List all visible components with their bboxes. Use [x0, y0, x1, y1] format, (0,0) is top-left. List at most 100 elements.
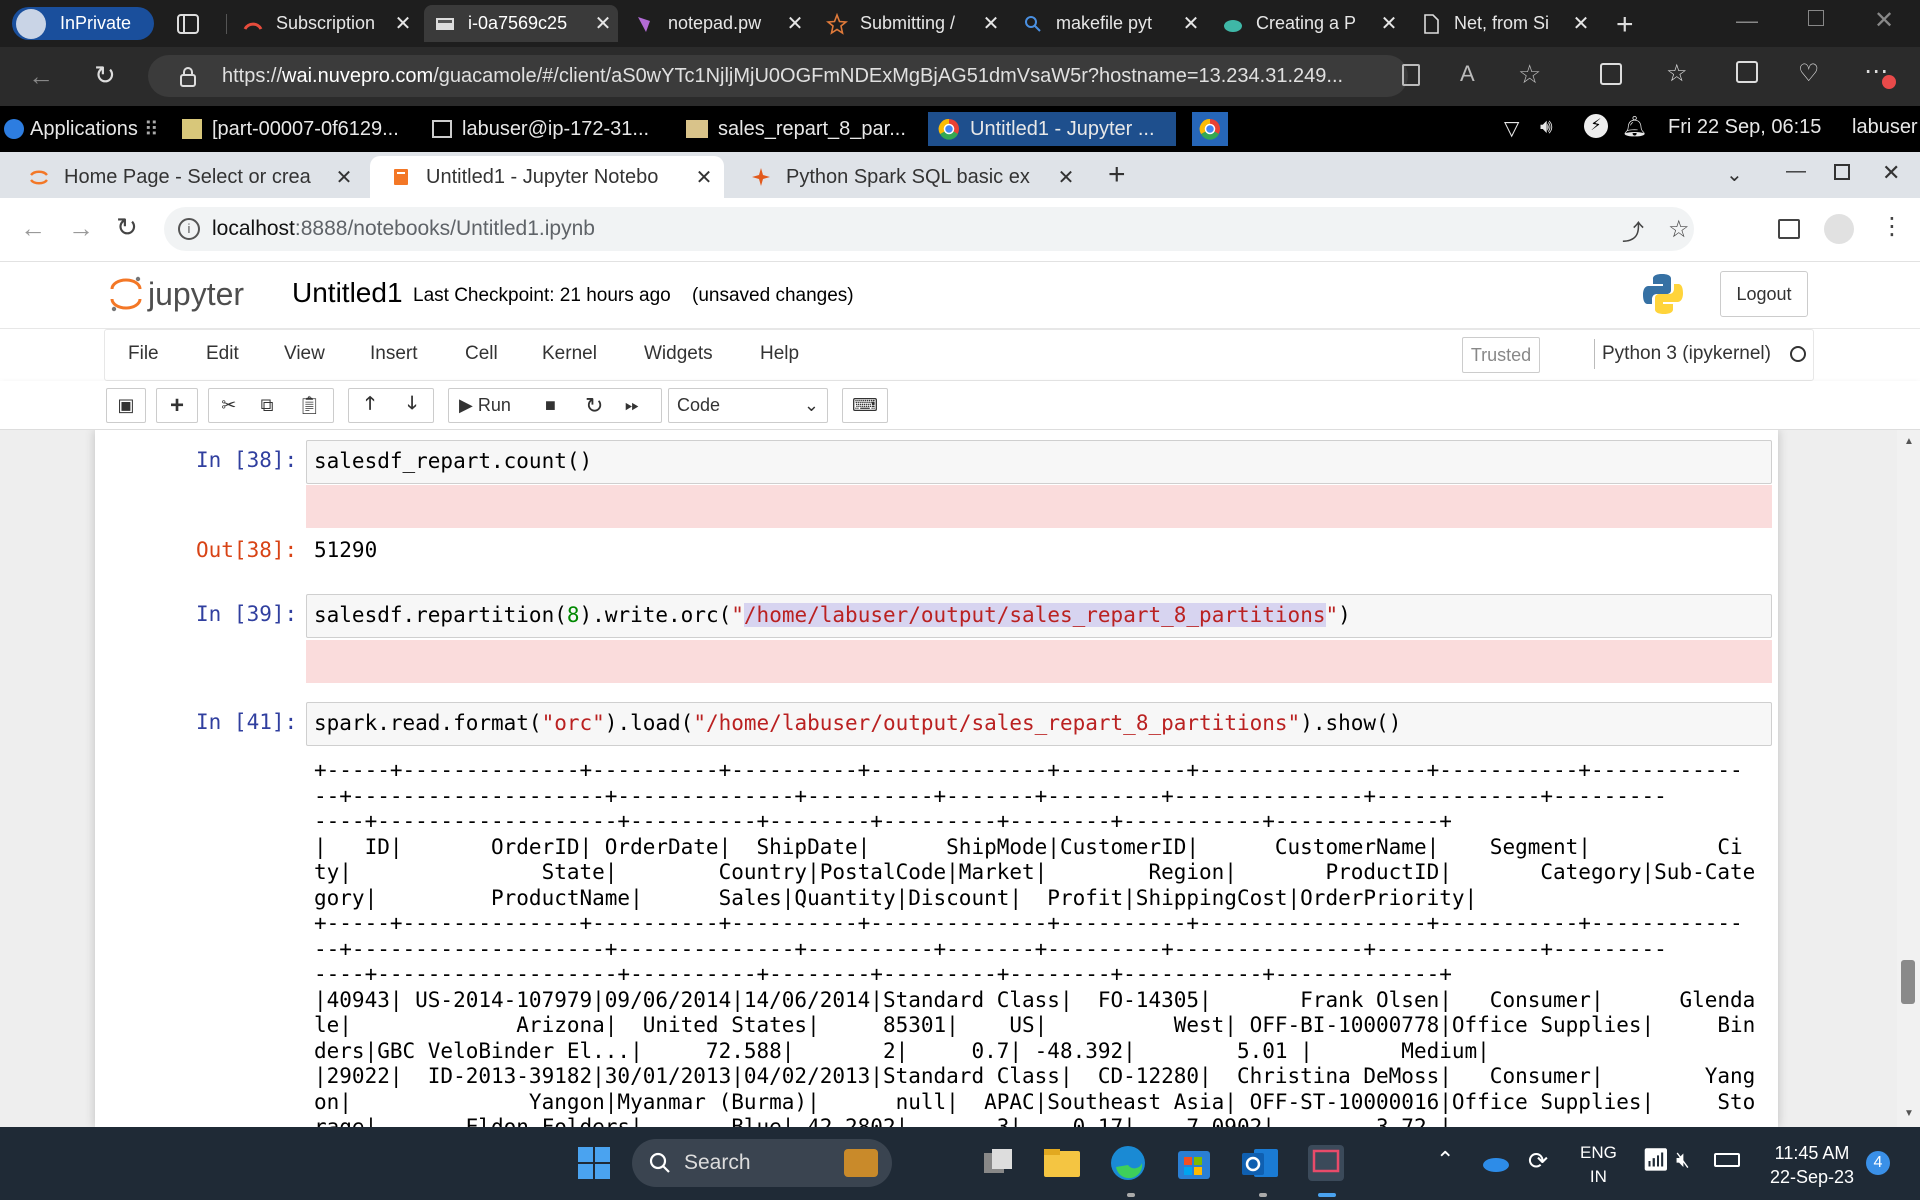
network-icon[interactable]: ▽	[1504, 116, 1519, 141]
power-icon[interactable]: ⚡︎	[1584, 114, 1608, 138]
volume-icon[interactable]: 🔊︎	[1540, 116, 1553, 139]
panel-item-terminal[interactable]: labuser@ip-172-31...	[422, 112, 672, 146]
save-button[interactable]: ▣	[106, 388, 146, 423]
edge-tab-submitting[interactable]: Submitting / ✕	[816, 5, 1006, 42]
close-icon[interactable]: ✕	[392, 11, 414, 36]
clipboard-icon[interactable]	[1402, 64, 1420, 86]
jupyter-logo[interactable]: jupyter	[108, 273, 244, 315]
new-tab-button[interactable]: +	[1108, 158, 1126, 192]
panel-item-editor[interactable]: [part-00007-0f6129...	[172, 112, 418, 146]
close-icon[interactable]: ✕	[1570, 11, 1592, 36]
vertical-scrollbar[interactable]: ▲ ▼	[1897, 430, 1920, 1127]
edge-tab-makefile[interactable]: makefile pyt ✕	[1012, 5, 1206, 42]
site-info-icon[interactable]: i	[178, 218, 200, 240]
chrome-menu-icon[interactable]: ⋮	[1880, 212, 1904, 241]
stop-icon[interactable]: ■	[545, 395, 556, 416]
bookmark-star-icon[interactable]: ☆	[1668, 215, 1690, 244]
move-up-icon[interactable]: 🡑	[365, 391, 374, 421]
file-explorer-icon[interactable]	[1040, 1141, 1084, 1185]
fast-forward-icon[interactable]: ⏩︎	[625, 395, 639, 416]
chrome-tab-spark[interactable]: Python Spark SQL basic ex ✕	[730, 156, 1086, 198]
edge-tab-net[interactable]: Net, from Si ✕	[1410, 5, 1596, 42]
logout-button[interactable]: Logout	[1720, 271, 1808, 317]
task-view-icon[interactable]	[976, 1141, 1020, 1185]
collections-icon[interactable]	[1736, 61, 1758, 83]
close-window-button[interactable]: ✕	[1882, 160, 1900, 186]
volume-muted-icon[interactable]: 🔇︎	[1676, 1147, 1690, 1173]
profile-icon[interactable]	[1824, 214, 1854, 244]
tab-search-chevron-icon[interactable]: ⌄	[1726, 162, 1743, 187]
trusted-indicator[interactable]: Trusted	[1462, 337, 1540, 373]
insert-cell-button[interactable]: +	[156, 388, 198, 423]
paste-icon[interactable]: 📋︎	[298, 395, 321, 416]
restore-button[interactable]	[1834, 164, 1850, 180]
new-tab-button[interactable]: +	[1616, 8, 1634, 42]
edge-tab-instance[interactable]: i-0a7569c25 ✕	[424, 5, 618, 42]
minimize-button[interactable]: —	[1736, 8, 1758, 34]
command-palette-button[interactable]: ⌨	[842, 388, 888, 423]
menu-widgets[interactable]: Widgets	[644, 343, 713, 365]
notification-badge[interactable]: 4	[1866, 1151, 1890, 1175]
chrome-tab-home[interactable]: Home Page - Select or crea ✕	[8, 156, 364, 198]
chrome-tab-notebook[interactable]: Untitled1 - Jupyter Notebo ✕	[370, 156, 724, 198]
move-down-icon[interactable]: 🡓	[407, 391, 416, 421]
edge-tab-subscription[interactable]: Subscription ✕	[232, 5, 418, 42]
back-arrow-icon[interactable]: ←	[28, 61, 54, 92]
panel-item-folder[interactable]: sales_repart_8_par...	[676, 112, 926, 146]
restart-icon[interactable]: ↻	[585, 393, 603, 419]
scrollbar-thumb[interactable]	[1901, 960, 1915, 1004]
favorite-star-icon[interactable]: ☆	[1518, 59, 1541, 90]
close-icon[interactable]: ✕	[1378, 11, 1400, 36]
refresh-icon[interactable]: ↻	[94, 60, 116, 91]
close-icon[interactable]: ✕	[980, 11, 1002, 36]
code-cell-input[interactable]: spark.read.format("orc").load("/home/lab…	[306, 702, 1772, 746]
panel-chrome-launcher[interactable]	[1192, 112, 1228, 146]
kernel-name[interactable]: Python 3 (ipykernel)	[1602, 343, 1771, 365]
notebook-title[interactable]: Untitled1	[292, 277, 403, 309]
scroll-down-icon[interactable]: ▼	[1904, 1108, 1914, 1119]
user-menu[interactable]: labuser	[1852, 116, 1918, 139]
taskbar-clock[interactable]: 11:45 AM 22-Sep-23	[1770, 1141, 1854, 1189]
code-cell-input[interactable]: salesdf_repart.count()	[306, 440, 1772, 484]
edge-icon[interactable]	[1106, 1141, 1150, 1185]
onedrive-icon[interactable]	[1480, 1151, 1510, 1173]
snipping-tool-icon[interactable]	[1304, 1141, 1348, 1185]
taskbar-search[interactable]: Search	[632, 1139, 892, 1187]
bell-icon[interactable]: 🔔︎	[1622, 114, 1647, 139]
close-icon[interactable]: ✕	[1054, 165, 1078, 190]
copy-icon[interactable]: ⧉	[261, 395, 274, 416]
forward-arrow-icon[interactable]: →	[68, 213, 94, 244]
outlook-icon[interactable]	[1238, 1141, 1282, 1185]
menu-help[interactable]: Help	[760, 343, 799, 365]
heart-pulse-icon[interactable]: ♡	[1798, 59, 1820, 88]
clock-text[interactable]: Fri 22 Sep, 06:15	[1668, 116, 1821, 139]
close-icon[interactable]: ✕	[332, 165, 356, 190]
favorites-icon[interactable]: ☆	[1666, 59, 1688, 88]
close-icon[interactable]: ✕	[592, 11, 614, 36]
chrome-url-field[interactable]: i localhost:8888/notebooks/Untitled1.ipy…	[164, 207, 1694, 251]
edge-tab-notepad[interactable]: notepad.pw ✕	[624, 5, 810, 42]
scroll-up-icon[interactable]: ▲	[1904, 436, 1914, 447]
back-arrow-icon[interactable]: ←	[20, 213, 46, 244]
minimize-button[interactable]: —	[1786, 160, 1806, 183]
menu-view[interactable]: View	[284, 343, 325, 365]
language-indicator[interactable]: ENG IN	[1580, 1141, 1617, 1189]
windows-start-icon[interactable]	[572, 1141, 616, 1185]
side-panel-icon[interactable]	[1778, 219, 1800, 239]
share-icon[interactable]: ⤴	[1622, 215, 1644, 247]
close-icon[interactable]: ✕	[1180, 11, 1202, 36]
close-icon[interactable]: ✕	[784, 11, 806, 36]
applications-menu[interactable]: Applications ⠿	[4, 112, 170, 146]
wifi-icon[interactable]: 📶︎	[1642, 1147, 1670, 1173]
inprivate-badge[interactable]: InPrivate	[12, 7, 154, 40]
battery-icon[interactable]	[1714, 1153, 1740, 1167]
refresh-icon[interactable]: ↻	[116, 212, 138, 243]
read-aloud-icon[interactable]: A	[1460, 61, 1475, 87]
code-cell-input[interactable]: salesdf.repartition(8).write.orc("/home/…	[306, 594, 1772, 638]
cell-type-select[interactable]: Code ⌄	[668, 388, 828, 423]
chevron-up-icon[interactable]: ⌃	[1436, 1147, 1454, 1173]
edge-url-field[interactable]: https://wai.nuvepro.com/guacamole/#/clie…	[148, 55, 1408, 97]
panel-item-jupyter[interactable]: Untitled1 - Jupyter ...	[928, 112, 1176, 146]
menu-file[interactable]: File	[128, 343, 159, 365]
cut-icon[interactable]: ✂	[221, 395, 236, 416]
